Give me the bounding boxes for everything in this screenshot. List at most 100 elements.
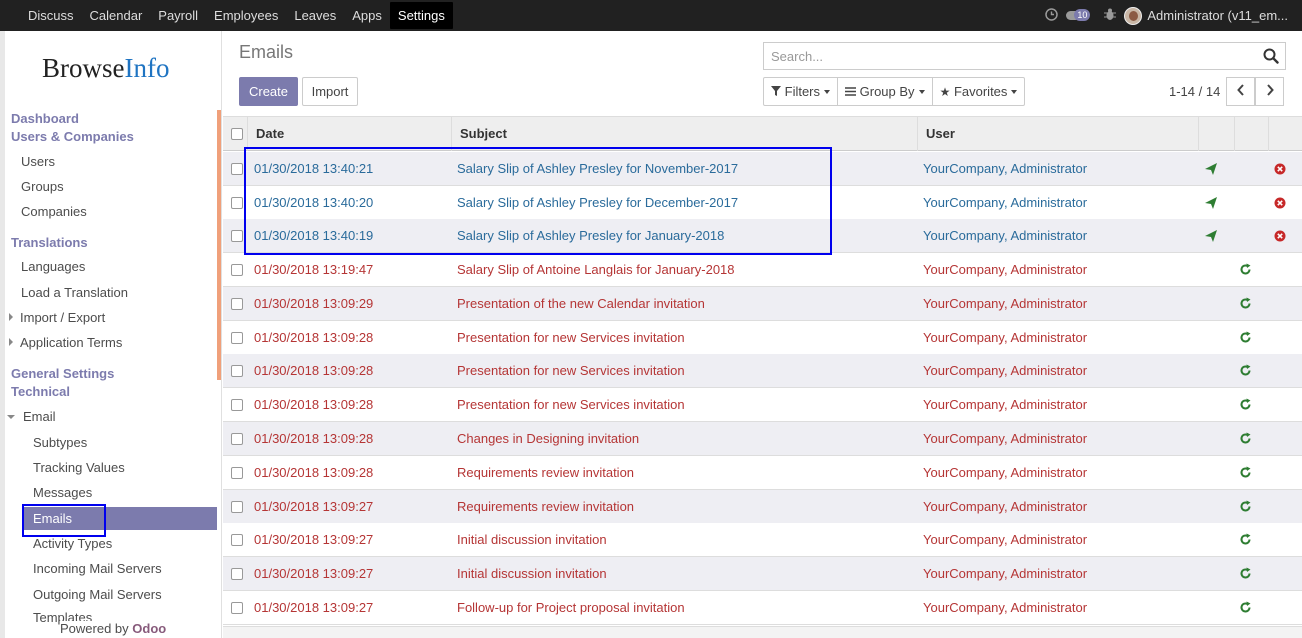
table-row[interactable]: 01/30/2018 13:09:27 Initial discussion in… [223, 557, 1302, 591]
sidebar-item-emails[interactable]: Emails [22, 507, 217, 530]
table-row[interactable]: 01/30/2018 13:09:28 Presentation for new … [223, 388, 1302, 422]
retry-icon[interactable] [1239, 297, 1255, 313]
clock-icon[interactable] [1045, 7, 1059, 24]
menu-item-settings[interactable]: Settings [389, 2, 453, 29]
table-row[interactable]: 01/30/2018 13:09:28 Presentation for new … [223, 321, 1302, 355]
table-row[interactable]: 01/30/2018 13:09:27 Follow-up for Project… [223, 591, 1302, 625]
table-row[interactable]: 01/30/2018 13:09:28 Requirements review i… [223, 456, 1302, 490]
user-menu[interactable]: Administrator (v11_em... [1147, 8, 1288, 23]
row-checkbox[interactable] [231, 602, 243, 614]
sidebar-item-groups[interactable]: Groups [21, 179, 64, 194]
pager-value[interactable]: 1-14 / 14 [1169, 84, 1220, 99]
retry-icon[interactable] [1239, 567, 1255, 583]
row-checkbox[interactable] [231, 332, 243, 344]
cancel-icon[interactable] [1274, 197, 1290, 213]
create-button[interactable]: Create [239, 77, 298, 106]
table-row[interactable]: 01/30/2018 13:09:28 Changes in Designing … [223, 422, 1302, 456]
row-checkbox[interactable] [231, 433, 243, 445]
retry-icon[interactable] [1239, 601, 1255, 617]
odoo-link[interactable]: Odoo [132, 621, 166, 636]
sidebar-item-dashboard[interactable]: Dashboard [11, 111, 79, 126]
favorites-button[interactable]: ★ Favorites [933, 78, 1025, 105]
row-checkbox[interactable] [231, 298, 243, 310]
menu-item-employees[interactable]: Employees [206, 2, 286, 29]
cancel-icon[interactable] [1274, 230, 1290, 246]
sidebar-item-activity-types[interactable]: Activity Types [33, 536, 112, 551]
table-row[interactable]: 01/30/2018 13:40:21 Salary Slip of Ashley… [223, 152, 1302, 186]
search-options: Filters Group By ★ Favorites [763, 77, 1026, 106]
cell-user: YourCompany, Administrator [923, 296, 1088, 311]
row-checkbox[interactable] [231, 264, 243, 276]
row-checkbox[interactable] [231, 197, 243, 209]
sidebar-item-companies[interactable]: Companies [21, 204, 87, 219]
row-checkbox[interactable] [231, 534, 243, 546]
sidebar-item-import-export[interactable]: Import / Export [9, 310, 105, 325]
retry-icon[interactable] [1239, 263, 1255, 279]
filters-button[interactable]: Filters [764, 78, 839, 105]
menu-item-calendar[interactable]: Calendar [82, 2, 151, 29]
column-header-user[interactable]: User [918, 117, 1199, 151]
sidebar-item-technical[interactable]: Technical [11, 384, 70, 399]
search-icon[interactable] [1263, 48, 1279, 64]
row-checkbox[interactable] [231, 399, 243, 411]
import-button[interactable]: Import [302, 77, 358, 106]
retry-icon[interactable] [1239, 364, 1255, 380]
table-row[interactable]: 01/30/2018 13:40:20 Salary Slip of Ashley… [223, 186, 1302, 220]
bug-icon[interactable] [1104, 8, 1117, 24]
sidebar-item-users[interactable]: Users [21, 154, 55, 169]
column-header-date[interactable]: Date [248, 117, 452, 151]
sidebar-item-label: Subtypes [33, 435, 88, 450]
table-row[interactable]: 01/30/2018 13:09:29 Presentation of the n… [223, 287, 1302, 321]
sidebar-item-tracking-values[interactable]: Tracking Values [33, 460, 125, 475]
send-now-icon[interactable] [1204, 229, 1220, 245]
sidebar-item-users-companies[interactable]: Users & Companies [11, 129, 134, 144]
retry-icon[interactable] [1239, 331, 1255, 347]
sidebar-item-subtypes[interactable]: Subtypes [33, 435, 87, 450]
sidebar-item-label: Emails [33, 511, 73, 526]
pager-previous-button[interactable] [1226, 77, 1255, 106]
retry-icon[interactable] [1239, 398, 1255, 414]
sidebar-item-languages[interactable]: Languages [21, 259, 85, 274]
column-header-action-2 [1235, 117, 1269, 151]
row-checkbox[interactable] [231, 501, 243, 513]
sidebar-item-incoming-mail-servers[interactable]: Incoming Mail Servers [33, 561, 162, 576]
horizontal-scrollbar[interactable] [223, 626, 1302, 638]
user-avatar[interactable] [1124, 6, 1143, 25]
groupby-button[interactable]: Group By [838, 78, 933, 105]
select-all-checkbox[interactable] [231, 128, 243, 140]
sidebar-item-messages[interactable]: Messages [33, 485, 92, 500]
table-row[interactable]: 01/30/2018 13:19:47 Salary Slip of Antoin… [223, 253, 1302, 287]
sidebar-item-load-a-translation[interactable]: Load a Translation [21, 285, 128, 300]
company-logo[interactable]: BrowseInfo [42, 53, 169, 84]
sidebar-item-email[interactable]: Email [7, 409, 56, 424]
menu-item-payroll[interactable]: Payroll [150, 2, 206, 29]
menu-item-discuss[interactable]: Discuss [20, 2, 82, 29]
retry-icon[interactable] [1239, 466, 1255, 482]
sidebar-item-general-settings[interactable]: General Settings [11, 366, 114, 381]
pager-next-button[interactable] [1255, 77, 1284, 106]
retry-icon[interactable] [1239, 500, 1255, 516]
table-row[interactable]: 01/30/2018 13:09:27 Initial discussion in… [223, 523, 1302, 557]
sidebar-item-application-terms[interactable]: Application Terms [9, 335, 122, 350]
table-row[interactable]: 01/30/2018 13:40:19 Salary Slip of Ashley… [223, 219, 1302, 253]
row-checkbox[interactable] [231, 568, 243, 580]
row-checkbox[interactable] [231, 365, 243, 377]
search-input[interactable] [769, 47, 1249, 65]
cell-user: YourCompany, Administrator [923, 363, 1088, 378]
sidebar-item-outgoing-mail-servers[interactable]: Outgoing Mail Servers [33, 587, 162, 602]
retry-icon[interactable] [1239, 533, 1255, 549]
cancel-icon[interactable] [1274, 163, 1290, 179]
messages-icon[interactable]: 10 [1066, 8, 1091, 23]
menu-item-leaves[interactable]: Leaves [286, 2, 344, 29]
send-now-icon[interactable] [1204, 162, 1220, 178]
table-row[interactable]: 01/30/2018 13:09:27 Requirements review i… [223, 490, 1302, 524]
row-checkbox[interactable] [231, 163, 243, 175]
send-now-icon[interactable] [1204, 196, 1220, 212]
sidebar-item-translations[interactable]: Translations [11, 235, 88, 250]
row-checkbox[interactable] [231, 467, 243, 479]
row-checkbox[interactable] [231, 230, 243, 242]
table-row[interactable]: 01/30/2018 13:09:28 Presentation for new … [223, 354, 1302, 388]
menu-item-apps[interactable]: Apps [344, 2, 390, 29]
column-header-subject[interactable]: Subject [452, 117, 918, 151]
retry-icon[interactable] [1239, 432, 1255, 448]
